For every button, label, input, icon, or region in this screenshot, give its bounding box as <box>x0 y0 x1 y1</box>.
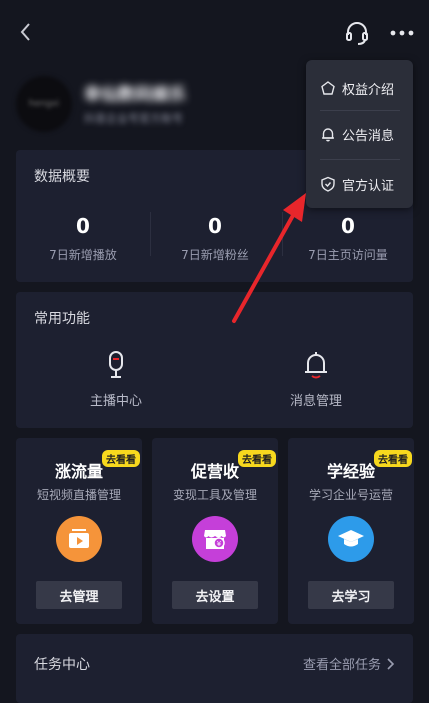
annotation-arrow <box>232 193 306 323</box>
